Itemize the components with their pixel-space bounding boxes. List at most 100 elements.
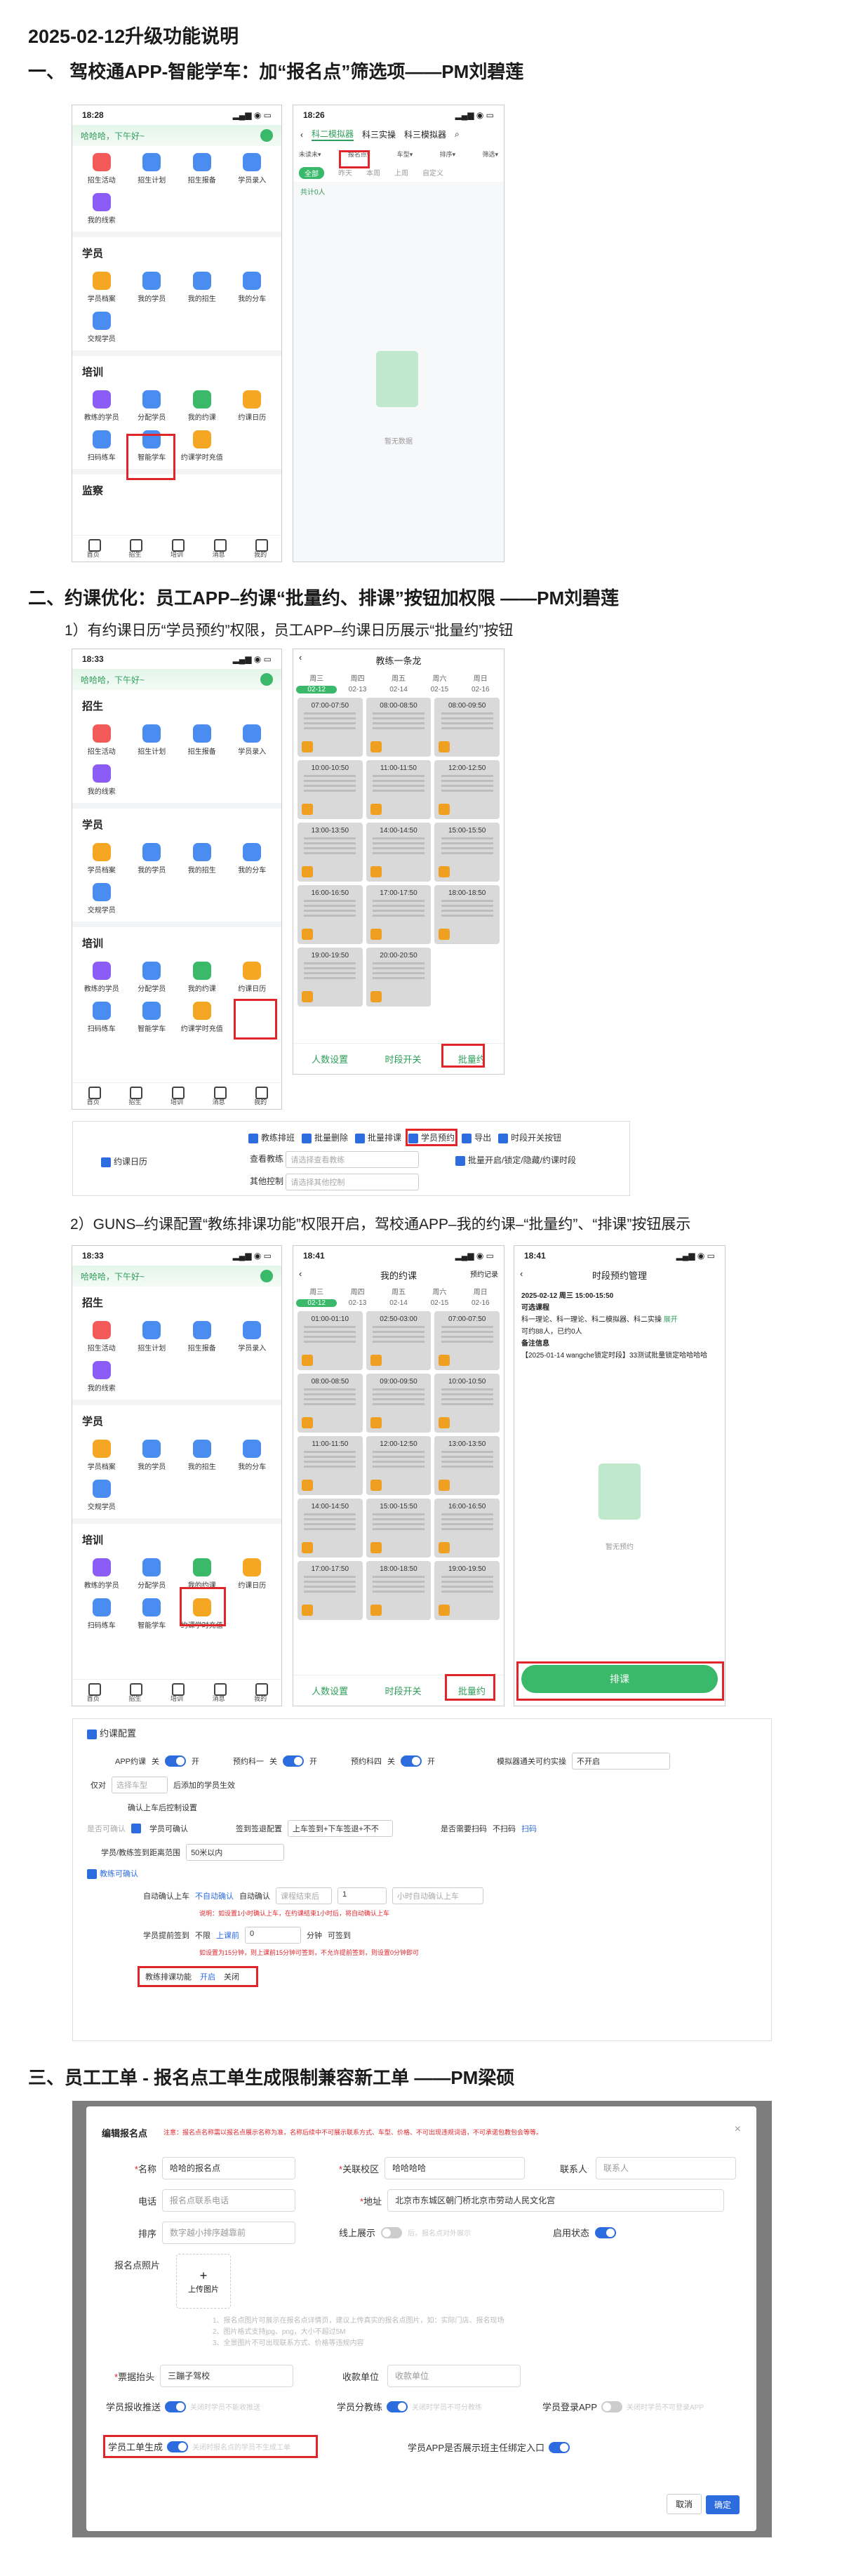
student-book-check[interactable] [408,1133,419,1143]
name-input[interactable]: 哈哈的报名点 [162,2157,295,2179]
date[interactable]: 02-14 [378,1299,419,1307]
grid-item[interactable]: 分配学员 [127,1554,178,1594]
time-slot[interactable]: 07:00-07:50 [434,1311,500,1370]
calendar-item[interactable]: 约课日历 [227,957,278,997]
enable-radio[interactable]: 开启 [200,1971,215,1982]
grid-item[interactable]: 分配学员 [127,957,178,997]
tab-message[interactable]: 消息 [198,1680,240,1706]
grid-item[interactable]: 智能学车 [127,997,178,1037]
receipt-input[interactable]: 三蹦子驾校 [160,2365,294,2387]
grid-item[interactable]: 教练的学员 [76,1554,127,1594]
toggle[interactable] [401,1755,422,1767]
filter-more[interactable]: 筛选▾ [482,150,498,159]
grid-item[interactable]: 我的学员 [127,1435,178,1475]
grid-item[interactable]: 招生计划 [127,720,178,760]
grid-item[interactable]: 我的招生 [177,1435,227,1475]
grid-item[interactable]: 我的线索 [76,760,127,800]
grid-item[interactable]: 约课日历 [227,1554,278,1594]
other-select[interactable]: 请选择其他控制 [286,1174,420,1190]
grid-item[interactable]: 交规学员 [76,1475,127,1515]
upload-button[interactable]: + 上传图片 [176,2254,231,2309]
ticket-toggle[interactable] [167,2441,189,2452]
unit-input[interactable]: 收款单位 [387,2365,521,2387]
tab-message[interactable]: 消息 [198,1083,240,1109]
address-input[interactable]: 北京市东城区朝门桥北京市劳动人民文化宫 [387,2189,725,2212]
tab-enroll[interactable]: 招生 [114,1083,156,1109]
time-slot[interactable]: 17:00-17:50 [366,885,432,944]
slot-switch-button[interactable]: 时段开关 [385,1052,421,1065]
people-setting-button[interactable]: 人数设置 [312,1684,348,1697]
date-selected[interactable]: 02-12 [296,1299,337,1307]
grid-item[interactable]: 分配学员 [127,386,178,426]
select[interactable]: 上车签到+下车签退+不不 [288,1820,393,1837]
school-select[interactable]: 哈哈哈哈 [385,2157,526,2179]
grid-item[interactable]: 扫码练车 [76,426,127,466]
subtab-week[interactable]: 本周 [366,167,380,179]
people-setting-button[interactable]: 人数设置 [312,1052,348,1065]
grid-item[interactable]: 扫码练车 [76,1594,127,1634]
time-slot[interactable]: 12:00-12:50 [366,1436,432,1495]
time-slot[interactable]: 14:00-14:50 [366,823,432,882]
date[interactable]: 02-13 [337,1299,377,1307]
check[interactable] [355,1133,366,1143]
date[interactable]: 02-15 [419,1299,460,1307]
date[interactable]: 02-16 [460,1299,501,1307]
grid-item[interactable]: 招生计划 [127,1317,178,1357]
time-slot[interactable]: 09:00-09:50 [366,1374,432,1433]
time-slot[interactable]: 17:00-17:50 [298,1561,363,1620]
slot-switch-button[interactable]: 时段开关 [385,1684,421,1697]
grid-item[interactable]: 学员档案 [76,1435,127,1475]
date-selected[interactable]: 02-12 [296,686,337,693]
close-icon[interactable]: × [735,2123,741,2136]
check[interactable] [455,1155,465,1166]
grid-item[interactable]: 招生活动 [76,720,127,760]
subtab-yesterday[interactable]: 昨天 [338,167,352,179]
subtab-all[interactable]: 全部 [299,167,324,179]
time-slot[interactable]: 19:00-19:50 [298,948,363,1007]
contact-input[interactable]: 联系人 [596,2157,737,2179]
show-toggle[interactable] [549,2441,570,2453]
grid-item[interactable]: 我的线索 [76,189,127,229]
car-select[interactable]: 选择车型 [112,1777,168,1793]
back-icon[interactable]: ‹ [299,652,302,663]
time-slot[interactable]: 19:00-19:50 [434,1561,500,1620]
grid-item[interactable]: 我的线索 [76,1357,127,1397]
back-icon[interactable]: ‹ [520,1268,523,1279]
time-slot[interactable]: 16:00-16:50 [298,885,363,944]
grid-item[interactable]: 约课日历 [227,386,278,426]
grid-item[interactable]: 我的分车 [227,839,278,879]
grid-item[interactable]: 我的约课 [177,957,227,997]
grid-item[interactable]: 学员录入 [227,149,278,189]
time-slot[interactable]: 10:00-10:50 [434,1374,500,1433]
tab-home[interactable]: 首页 [72,536,114,562]
grid-item[interactable]: 招生报备 [177,720,227,760]
grid-item[interactable]: 约课学时充值 [177,426,227,466]
select[interactable]: 不开启 [572,1753,671,1770]
tab-sim3[interactable]: 科三模拟器 [404,128,446,140]
grid-item[interactable]: 招生活动 [76,1317,127,1357]
calendar-perm-check[interactable] [101,1157,111,1167]
time-slot[interactable]: 01:00-01:10 [298,1311,363,1370]
sort-input[interactable]: 数字越小排序越靠前 [162,2222,295,2244]
tab-mine[interactable]: 我的 [239,536,281,562]
grid-item[interactable]: 学员档案 [76,267,127,307]
time-slot[interactable]: 14:00-14:50 [298,1499,363,1558]
time-slot[interactable]: 08:00-08:50 [366,698,432,757]
grid-item[interactable]: 招生报备 [177,1317,227,1357]
collect-toggle[interactable] [165,2401,187,2412]
grid-item[interactable]: 招生报备 [177,149,227,189]
tab-train[interactable]: 培训 [156,1083,198,1109]
subtab-custom[interactable]: 自定义 [422,167,443,179]
back-icon[interactable]: ‹ [299,1268,302,1279]
tab-practice3[interactable]: 科三实操 [362,128,396,140]
date[interactable]: 02-16 [460,686,501,693]
grid-item[interactable]: 约课学时充值 [177,997,227,1037]
check[interactable] [87,1869,97,1880]
time-slot[interactable]: 08:00-08:50 [298,1374,363,1433]
grid-item[interactable]: 教练的学员 [76,957,127,997]
time-slot[interactable]: 16:00-16:50 [434,1499,500,1558]
grid-item[interactable]: 我的招生 [177,267,227,307]
toggle[interactable] [165,1755,187,1767]
grid-item[interactable]: 我的学员 [127,839,178,879]
time-slot[interactable]: 20:00-20:50 [366,948,432,1007]
